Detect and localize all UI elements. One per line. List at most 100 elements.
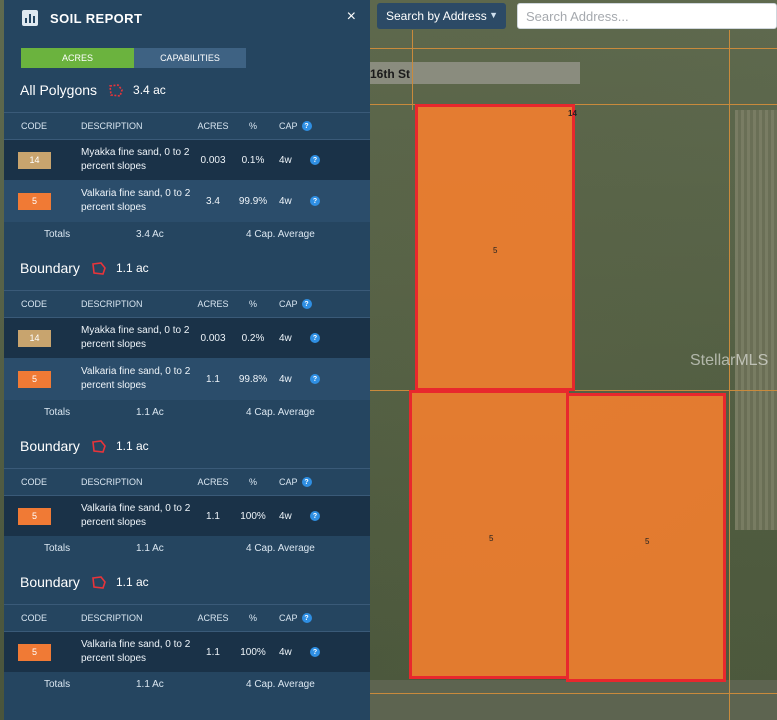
description-cell: Valkaria fine sand, 0 to 2 percent slope… — [81, 503, 191, 528]
soil-report-panel: SOIL REPORT × ACRES CAPABILITIES All Pol… — [4, 0, 370, 720]
totals-acres: 1.1 Ac — [136, 542, 164, 554]
cap-cell: 4w — [279, 154, 292, 166]
close-icon[interactable]: × — [347, 8, 356, 26]
section-area: 1.1 ac — [115, 439, 149, 453]
info-icon[interactable]: ? — [310, 196, 320, 206]
totals-row: Totals 3.4 Ac 4 Cap. Average — [4, 222, 370, 246]
panel-header: SOIL REPORT × — [4, 0, 370, 36]
parcel-line — [412, 30, 413, 110]
search-mode-dropdown[interactable]: Search by Address ▼ — [377, 3, 506, 29]
search-address-input[interactable] — [517, 3, 777, 29]
acres-cell: 0.003 — [200, 332, 226, 344]
totals-acres: 1.1 Ac — [136, 406, 164, 418]
code-cell: 5 — [4, 507, 76, 525]
section-name: Boundary — [20, 260, 80, 276]
table-header: CODE DESCRIPTION ACRES% CAP? — [4, 112, 370, 140]
table-row[interactable]: 14 Myakka fine sand, 0 to 2 percent slope… — [4, 318, 370, 358]
code-cell: 14 — [4, 329, 76, 347]
polygon-icon — [92, 575, 106, 589]
cap-cell: 4w — [279, 510, 292, 522]
column-header-description: DESCRIPTION — [81, 121, 143, 131]
cap-cell: 4w — [279, 332, 292, 344]
pct-cell: 0.1% — [241, 154, 265, 166]
column-header-pct: % — [248, 121, 257, 131]
acres-cell: 3.4 — [206, 195, 220, 207]
totals-acres: 1.1 Ac — [136, 678, 164, 690]
tab-capabilities[interactable]: CAPABILITIES — [134, 48, 246, 68]
sections: All Polygons 3.4 ac CODE DESCRIPTION ACRES% C… — [4, 68, 370, 696]
pct-cell: 100% — [240, 646, 266, 658]
table-row[interactable]: 5 Valkaria fine sand, 0 to 2 percent slop… — [4, 632, 370, 672]
tab-acres[interactable]: ACRES — [21, 48, 134, 68]
code-cell: 5 — [4, 370, 76, 388]
polygon-label: 14 — [568, 109, 577, 118]
totals-label: Totals — [44, 228, 71, 240]
description-cell: Valkaria fine sand, 0 to 2 percent slope… — [81, 639, 191, 664]
section-name: All Polygons — [20, 82, 98, 98]
soil-code-badge: 14 — [18, 151, 51, 169]
column-header-description: DESCRIPTION — [81, 299, 143, 309]
totals-cap: 4 Cap. Average — [246, 228, 315, 240]
column-header-code: CODE — [21, 477, 48, 487]
pct-cell: 99.9% — [238, 195, 268, 207]
table-header: CODE DESCRIPTION ACRES% CAP? — [4, 604, 370, 632]
description-cell: Myakka fine sand, 0 to 2 percent slopes — [81, 325, 190, 350]
crop-field — [735, 110, 777, 530]
column-header-pct: % — [248, 613, 257, 623]
totals-label: Totals — [44, 406, 71, 418]
polygon-label: 5 — [493, 246, 498, 255]
section-area: 3.4 ac — [133, 83, 166, 97]
column-header-cap: CAP? — [274, 299, 334, 309]
soil-code-badge: 5 — [18, 507, 51, 525]
table-row[interactable]: 5 Valkaria fine sand, 0 to 2 percent slop… — [4, 180, 370, 222]
info-icon[interactable]: ? — [301, 121, 312, 131]
totals-cap: 4 Cap. Average — [246, 406, 315, 418]
watermark: StellarMLS — [690, 352, 769, 369]
polygon-icon — [92, 261, 106, 275]
info-icon[interactable]: ? — [301, 299, 312, 309]
pct-cell: 99.8% — [238, 373, 268, 385]
polygon-label: 5 — [489, 534, 494, 543]
table-row[interactable]: 5 Valkaria fine sand, 0 to 2 percent slop… — [4, 496, 370, 536]
panel-title: SOIL REPORT — [50, 10, 143, 26]
column-header-acres: ACRES — [197, 299, 229, 309]
column-header-description: DESCRIPTION — [81, 477, 143, 487]
totals-label: Totals — [44, 542, 71, 554]
table-row[interactable]: 5 Valkaria fine sand, 0 to 2 percent slop… — [4, 358, 370, 400]
section-title: All Polygons 3.4 ac — [4, 68, 370, 112]
description-cell: Valkaria fine sand, 0 to 2 percent slope… — [81, 188, 191, 213]
section-title: Boundary 1.1 ac — [4, 246, 370, 290]
soil-code-badge: 14 — [18, 329, 51, 347]
totals-cap: 4 Cap. Average — [246, 542, 315, 554]
soil-code-badge: 5 — [18, 192, 51, 210]
section-name: Boundary — [20, 438, 80, 454]
code-cell: 5 — [4, 643, 76, 661]
column-header-cap-label: CAP — [279, 613, 298, 623]
info-icon[interactable]: ? — [310, 155, 320, 165]
info-icon[interactable]: ? — [310, 647, 320, 657]
pct-cell: 0.2% — [241, 332, 265, 344]
info-icon[interactable]: ? — [310, 374, 320, 384]
dashed-polygon-icon — [109, 83, 123, 97]
cap-cell: 4w — [279, 646, 292, 658]
street-label: 16th St — [370, 67, 411, 81]
info-icon[interactable]: ? — [310, 511, 320, 521]
parcel-line — [729, 30, 730, 720]
column-header-pct: % — [248, 299, 257, 309]
info-icon[interactable]: ? — [310, 333, 320, 343]
column-header-cap: CAP? — [274, 613, 334, 623]
parcel-line — [370, 48, 777, 49]
table-row[interactable]: 14 Myakka fine sand, 0 to 2 percent slope… — [4, 140, 370, 180]
totals-row: Totals 1.1 Ac 4 Cap. Average — [4, 400, 370, 424]
cap-cell: 4w — [279, 195, 292, 207]
column-header-code: CODE — [21, 299, 48, 309]
column-header-acres: ACRES — [197, 477, 229, 487]
code-cell: 14 — [4, 151, 76, 169]
info-icon[interactable]: ? — [301, 477, 312, 487]
pct-cell: 100% — [240, 510, 266, 522]
code-cell: 5 — [4, 192, 76, 210]
soil-code-badge: 5 — [18, 643, 51, 661]
table-header: CODE DESCRIPTION ACRES% CAP? — [4, 468, 370, 496]
info-icon[interactable]: ? — [301, 613, 312, 623]
parcel-line — [370, 693, 777, 694]
